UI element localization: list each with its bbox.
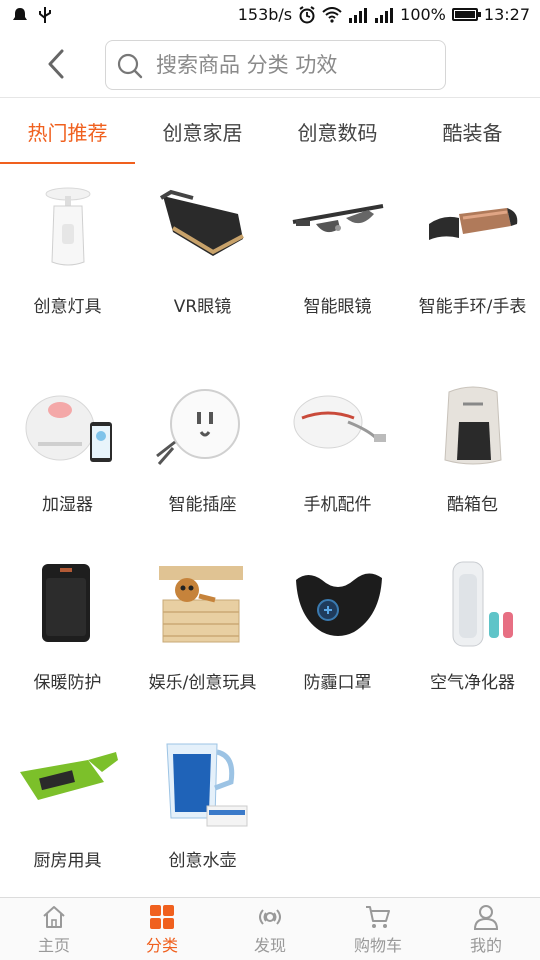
user-icon: [473, 905, 499, 930]
category-item[interactable]: 智能插座: [135, 382, 270, 516]
category-label: 保暖防护: [33, 673, 102, 693]
category-item[interactable]: 智能手环/手表: [405, 184, 540, 318]
category-label: 加湿器: [42, 495, 93, 515]
nav-label: 分类: [145, 936, 178, 955]
mask-icon: [295, 573, 382, 636]
toy-box-icon: [158, 566, 243, 643]
category-item[interactable]: 手机配件: [270, 382, 405, 516]
tab-hot-recommend[interactable]: 热门推荐: [0, 98, 135, 164]
category-item[interactable]: 娱乐/创意玩具: [135, 560, 270, 694]
nav-label: 购物车: [353, 936, 402, 955]
category-label: 智能插座: [168, 495, 237, 515]
nav-mine[interactable]: 我的: [432, 904, 540, 958]
lamp-icon: [45, 187, 90, 266]
nav-category[interactable]: 分类: [108, 904, 216, 958]
network-speed: 153b/s: [237, 5, 293, 24]
battery-icon: [451, 8, 481, 21]
nav-discover[interactable]: 发现: [216, 904, 324, 958]
header: [0, 32, 540, 98]
battery-fill: [454, 11, 475, 18]
nav-home[interactable]: 主页: [0, 904, 108, 958]
category-label: 娱乐/创意玩具: [148, 673, 257, 693]
category-label: 创意水壶: [168, 851, 237, 871]
battery-percent: 100%: [400, 5, 446, 24]
vr-glasses-icon: [159, 189, 244, 256]
notification-icon: [13, 8, 27, 20]
category-grid-icon: [150, 905, 174, 929]
category-label: 手机配件: [303, 495, 372, 515]
tab-creative-digital[interactable]: 创意数码: [270, 98, 405, 164]
smart-band-icon: [428, 208, 517, 240]
cart-icon: [366, 906, 390, 928]
category-item[interactable]: 创意水壶: [135, 738, 270, 872]
category-item[interactable]: VR眼镜: [135, 184, 270, 318]
tab-cool-gear[interactable]: 酷装备: [405, 98, 540, 164]
category-item[interactable]: 厨房用具: [0, 738, 135, 872]
alarm-icon: [299, 5, 315, 23]
category-item[interactable]: 加湿器: [0, 382, 135, 516]
category-item[interactable]: 保暖防护: [0, 560, 135, 694]
search-box[interactable]: [105, 40, 446, 90]
category-item[interactable]: 创意灯具: [0, 184, 135, 318]
category-item[interactable]: 智能眼镜: [270, 184, 405, 318]
bottom-nav: 主页 分类 发现 购物车 我的: [0, 897, 540, 960]
usb-icon: [39, 7, 51, 23]
category-item[interactable]: 空气净化器: [405, 560, 540, 694]
nav-label: 发现: [253, 936, 286, 955]
status-bar: 153b/s 100% 13:27: [0, 0, 540, 32]
cutting-board-icon: [19, 752, 118, 800]
air-purifier-icon: [452, 561, 513, 647]
back-icon[interactable]: [40, 46, 74, 82]
nav-label: 主页: [37, 936, 70, 955]
smart-glasses-icon: [292, 204, 383, 233]
search-input[interactable]: [156, 49, 436, 81]
home-icon: [43, 906, 65, 928]
tab-creative-home[interactable]: 创意家居: [135, 98, 270, 164]
category-label: 厨房用具: [33, 851, 102, 871]
nav-cart[interactable]: 购物车: [324, 904, 432, 958]
wifi-icon: [322, 6, 342, 23]
category-label: 智能眼镜: [303, 297, 372, 317]
discover-icon: [259, 909, 281, 925]
category-label: 防霾口罩: [303, 673, 372, 693]
clock: 13:27: [483, 5, 530, 24]
category-label: 创意灯具: [33, 297, 102, 317]
category-item[interactable]: 防霾口罩: [270, 560, 405, 694]
category-label: 空气净化器: [430, 673, 515, 693]
heater-icon: [41, 564, 90, 642]
category-tabs: 热门推荐 创意家居 创意数码 酷装备: [0, 98, 540, 164]
category-item[interactable]: 酷箱包: [405, 382, 540, 516]
search-icon: [117, 53, 143, 79]
signal-icon-2: [375, 7, 394, 23]
backpack-icon: [443, 386, 502, 465]
category-grid: 创意灯具 VR眼镜 智能眼镜 智能手环/手表 加湿器 智能插座 手机配件 酷箱包…: [0, 164, 540, 896]
phone-accessory-icon: [293, 395, 386, 449]
nav-label: 我的: [469, 936, 502, 955]
smart-socket-icon: [155, 389, 240, 465]
category-label: 酷箱包: [447, 495, 498, 515]
humidifier-icon: [25, 395, 112, 462]
category-label: 智能手环/手表: [418, 297, 527, 317]
signal-icon-1: [349, 7, 368, 23]
water-pitcher-icon: [165, 743, 247, 827]
category-label: VR眼镜: [173, 297, 232, 317]
